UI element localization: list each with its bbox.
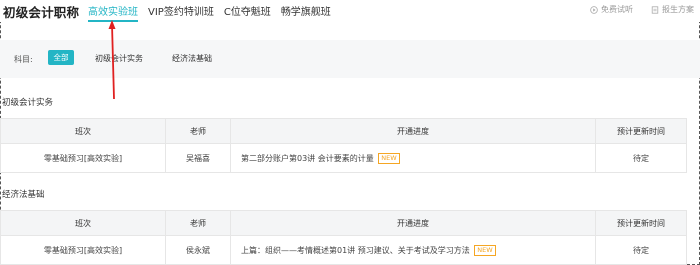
class-name-cell: 零基础预习[高效实验] xyxy=(0,235,166,265)
economic-law-schedule-table: 班次 老师 开通进度 预计更新时间 零基础预习[高效实验] 侯永斌 上篇：组织—… xyxy=(0,210,687,265)
tab-c-position[interactable]: C位夺魁班 xyxy=(224,3,271,22)
tab-efficient-experiment[interactable]: 高效实验班 xyxy=(88,3,138,22)
eta-cell: 待定 xyxy=(595,235,687,265)
table-header-row: 班次 老师 开通进度 预计更新时间 xyxy=(0,118,687,144)
table-header-row: 班次 老师 开通进度 预计更新时间 xyxy=(0,210,687,236)
progress-cell: 第二部分账户第03讲 会计要素的计量 NEW xyxy=(230,143,596,173)
col-header-teacher: 老师 xyxy=(165,210,231,236)
teacher-cell: 吴福喜 xyxy=(165,143,231,173)
col-header-progress: 开通进度 xyxy=(230,118,596,144)
enroll-plan-button[interactable]: 报生方案 xyxy=(651,4,694,15)
teacher-cell: 侯永斌 xyxy=(165,235,231,265)
filter-economic-law[interactable]: 经济法基础 xyxy=(172,53,212,64)
col-header-eta: 预计更新时间 xyxy=(595,118,687,144)
tab-vip-signing[interactable]: VIP签约特训班 xyxy=(148,3,214,22)
filter-all-button[interactable]: 全部 xyxy=(48,50,74,65)
col-header-class: 班次 xyxy=(0,210,166,236)
header-actions: 免费试听 报生方案 xyxy=(590,4,694,15)
top-bar: 初级会计职称 高效实验班 VIP签约特训班 C位夺魁班 畅学旗舰班 免费试听 报… xyxy=(0,0,700,22)
accounting-schedule-table: 班次 老师 开通进度 预计更新时间 零基础预习[高效实验] 吴福喜 第二部分账户… xyxy=(0,118,687,173)
table-row: 零基础预习[高效实验] 吴福喜 第二部分账户第03讲 会计要素的计量 NEW 待… xyxy=(0,143,687,173)
new-badge: NEW xyxy=(474,244,496,256)
class-tabs: 高效实验班 VIP签约特训班 C位夺魁班 畅学旗舰班 xyxy=(88,3,331,22)
section-title-accounting: 初级会计实务 xyxy=(2,98,54,108)
enroll-plan-label: 报生方案 xyxy=(662,5,694,14)
play-icon xyxy=(590,5,598,14)
eta-cell: 待定 xyxy=(595,143,687,173)
tab-flagship[interactable]: 畅学旗舰班 xyxy=(281,3,331,22)
section-title-economic-law: 经济法基础 xyxy=(2,190,45,200)
col-header-eta: 预计更新时间 xyxy=(595,210,687,236)
progress-text: 第二部分账户第03讲 会计要素的计量 xyxy=(241,153,374,163)
new-badge: NEW xyxy=(378,152,400,164)
col-header-progress: 开通进度 xyxy=(230,210,596,236)
class-name-cell: 零基础预习[高效实验] xyxy=(0,143,166,173)
table-row: 零基础预习[高效实验] 侯永斌 上篇：组织——考情概述第01讲 预习建议、关于考… xyxy=(0,235,687,265)
col-header-class: 班次 xyxy=(0,118,166,144)
col-header-teacher: 老师 xyxy=(165,118,231,144)
filter-accounting-practice[interactable]: 初级会计实务 xyxy=(95,53,143,64)
document-icon xyxy=(651,5,659,14)
free-trial-button[interactable]: 免费试听 xyxy=(590,4,633,15)
subject-label: 科目: xyxy=(14,55,33,64)
progress-cell: 上篇：组织——考情概述第01讲 预习建议、关于考试及学习方法 NEW xyxy=(230,235,596,265)
progress-text: 上篇：组织——考情概述第01讲 预习建议、关于考试及学习方法 xyxy=(241,245,470,255)
brand-title: 初级会计职称 xyxy=(3,5,80,20)
free-trial-label: 免费试听 xyxy=(601,5,633,14)
